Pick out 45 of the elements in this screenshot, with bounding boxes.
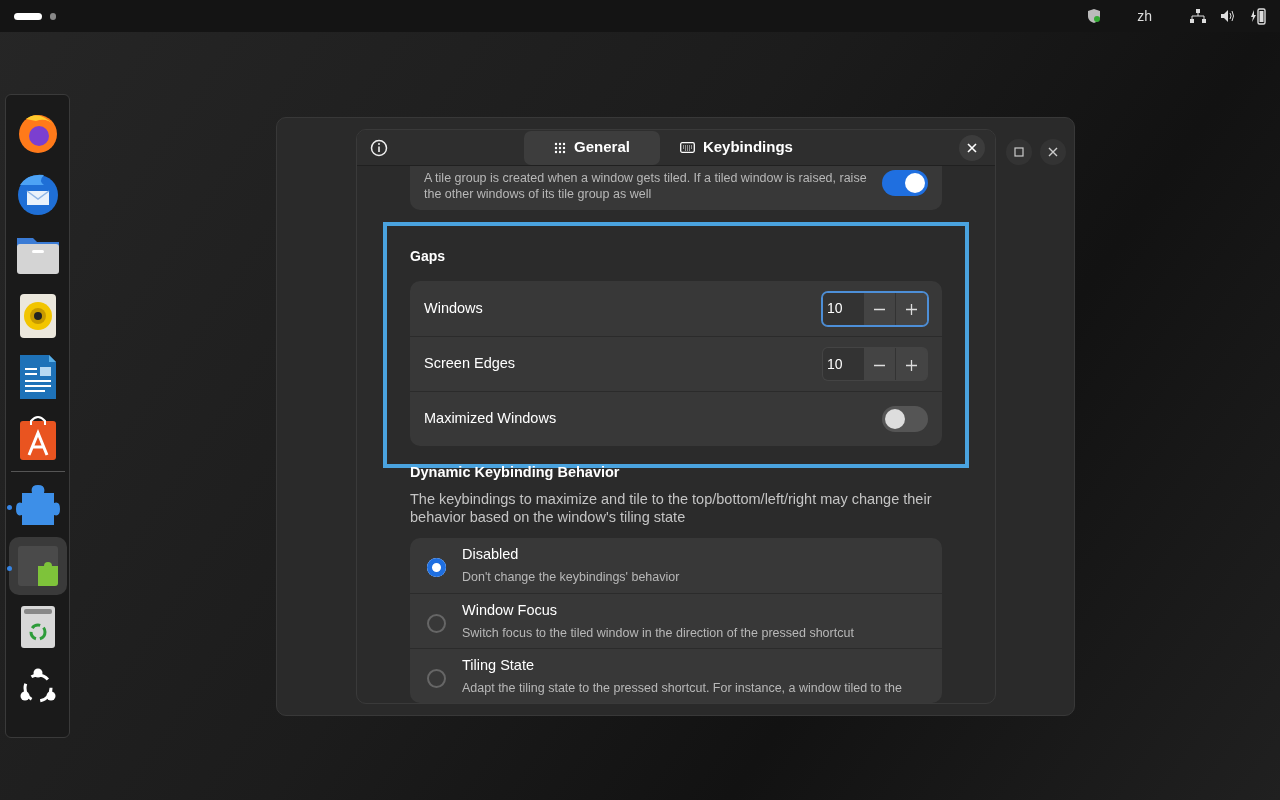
spin-field[interactable]: 10 [822, 291, 928, 326]
setting-label: Maximized Windows [424, 409, 557, 429]
spin-field[interactable]: 10 [822, 347, 928, 382]
volume-icon[interactable] [1220, 9, 1236, 23]
radio-button[interactable] [427, 614, 446, 633]
input-source-indicator[interactable]: zh [1137, 5, 1152, 27]
plus-icon[interactable] [906, 304, 917, 315]
radio-button[interactable] [427, 669, 446, 688]
tab[interactable]: General [524, 130, 660, 165]
radio-button[interactable] [427, 558, 446, 577]
network-icon[interactable] [1190, 9, 1206, 23]
option-label: Disabled [462, 545, 520, 564]
maximize-button[interactable] [1006, 139, 1032, 165]
close-button[interactable] [959, 134, 985, 161]
close-button[interactable] [1040, 139, 1066, 165]
section-title: Gaps [410, 247, 446, 267]
dock-item-highlight[interactable] [8, 537, 67, 595]
section-description: The keybindings to maximize and tile to the top/bottom/left/right may change their behavior based on the window's tiling state [410, 490, 933, 526]
grid-icon [554, 141, 567, 154]
toggle-switch[interactable] [882, 406, 928, 433]
shopping-bag-icon[interactable] [18, 415, 57, 461]
maximize-icon[interactable] [1014, 147, 1024, 157]
option-label: Window Focus [462, 601, 559, 620]
setting-label: Screen Edges [424, 354, 516, 374]
shield-icon[interactable] [1087, 8, 1102, 24]
option-description: Switch focus to the tiled window in the direction of the pressed shortcut [462, 624, 854, 641]
trash-icon[interactable] [19, 605, 56, 649]
workspace-indicator[interactable] [14, 12, 42, 20]
close-icon[interactable] [1048, 147, 1058, 157]
option-description: Adapt the tiling state to the pressed shortcut. For instance, a window tiled to the [462, 679, 902, 696]
tab[interactable]: Keybindings [663, 130, 823, 165]
puzzle-piece-icon[interactable] [15, 483, 60, 527]
puzzle-tiles-icon[interactable] [16, 545, 59, 587]
section-title: Dynamic Keybinding Behavior [410, 463, 621, 483]
option-description: Don't change the keybindings' behavior [462, 568, 680, 585]
info-icon[interactable] [370, 138, 388, 157]
toggle-switch[interactable] [882, 170, 928, 197]
document-icon[interactable] [18, 354, 57, 400]
battery-icon[interactable] [1250, 7, 1266, 25]
speaker-icon[interactable] [18, 293, 57, 339]
setting-description: A tile group is created when a window gets tiled. If a tiled window is raised, raise the other windows of its tile group as well [424, 170, 868, 203]
plus-icon[interactable] [906, 359, 917, 371]
setting-label: Windows [424, 298, 483, 318]
option-label: Tiling State [462, 656, 535, 675]
keyboard-icon [679, 142, 695, 154]
